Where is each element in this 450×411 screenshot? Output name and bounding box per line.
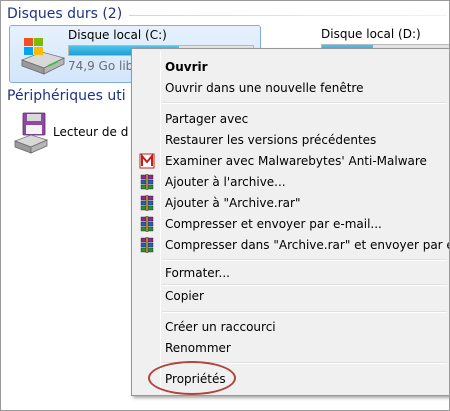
menu-item-create-shortcut[interactable]: Créer un raccourci bbox=[134, 317, 448, 337]
drive-d-name: Disque local (D:) bbox=[321, 27, 421, 41]
menu-item-label: Partager avec bbox=[165, 112, 249, 126]
floppy-drive-icon[interactable] bbox=[13, 111, 49, 155]
menu-item-label: Créer un raccourci bbox=[165, 320, 276, 334]
windows-drive-icon bbox=[20, 38, 66, 75]
menu-item-open[interactable]: Ouvrir bbox=[134, 57, 448, 77]
context-menu: Ouvrir Ouvrir dans une nouvelle fenêtre … bbox=[131, 48, 449, 396]
menu-item-copy[interactable]: Copier bbox=[134, 286, 448, 306]
menu-item-label: Ouvrir dans une nouvelle fenêtre bbox=[165, 81, 364, 95]
menu-item-label: Ajouter à l'archive... bbox=[165, 175, 286, 189]
menu-item-compress-email[interactable]: Compresser et envoyer par e-mail... bbox=[134, 214, 448, 234]
menu-item-compress-rar-email[interactable]: Compresser dans "Archive.rar" et envoyer… bbox=[134, 235, 449, 255]
menu-item-format[interactable]: Formater... bbox=[134, 256, 448, 280]
menu-item-label: Formater... bbox=[165, 266, 230, 280]
menu-item-label: Compresser et envoyer par e-mail... bbox=[165, 217, 382, 231]
menu-item-label: Restaurer les versions précédentes bbox=[165, 133, 377, 147]
section-header-removable[interactable]: Périphériques uti bbox=[7, 85, 126, 107]
menu-item-open-new-window[interactable]: Ouvrir dans une nouvelle fenêtre bbox=[134, 78, 448, 98]
menu-item-label: Ajouter à "Archive.rar" bbox=[165, 196, 301, 210]
menu-item-label: Ouvrir bbox=[165, 60, 208, 74]
menu-item-label: Examiner avec Malwarebytes' Anti-Malware bbox=[165, 154, 427, 168]
menu-item-label: Compresser dans "Archive.rar" et envoyer… bbox=[165, 238, 449, 252]
menu-item-malwarebytes[interactable]: Examiner avec Malwarebytes' Anti-Malware bbox=[134, 151, 448, 171]
section-divider bbox=[129, 15, 447, 16]
menu-item-label: Copier bbox=[165, 289, 204, 303]
winrar-icon bbox=[140, 174, 154, 190]
malwarebytes-icon bbox=[139, 153, 155, 169]
winrar-icon bbox=[140, 237, 154, 253]
winrar-icon bbox=[140, 216, 154, 232]
section-header-hard-drives[interactable]: Disques durs (2) bbox=[7, 3, 122, 25]
menu-separator bbox=[162, 311, 447, 313]
explorer-window: Disques durs (2) Disque local (C:) 74,9 … bbox=[0, 0, 450, 411]
menu-item-share-with[interactable]: Partager avec bbox=[134, 109, 448, 129]
menu-item-add-archive-rar[interactable]: Ajouter à "Archive.rar" bbox=[134, 193, 448, 213]
floppy-drive-name[interactable]: Lecteur de d bbox=[53, 125, 128, 139]
highlight-ring bbox=[148, 361, 236, 395]
menu-item-rename[interactable]: Renommer bbox=[134, 338, 448, 358]
menu-item-add-archive[interactable]: Ajouter à l'archive... bbox=[134, 172, 448, 192]
menu-item-restore-versions[interactable]: Restaurer les versions précédentes bbox=[134, 130, 448, 150]
drive-c-name: Disque local (C:) bbox=[68, 28, 167, 42]
menu-separator bbox=[162, 102, 447, 104]
menu-item-label: Renommer bbox=[165, 341, 231, 355]
winrar-icon bbox=[140, 195, 154, 211]
